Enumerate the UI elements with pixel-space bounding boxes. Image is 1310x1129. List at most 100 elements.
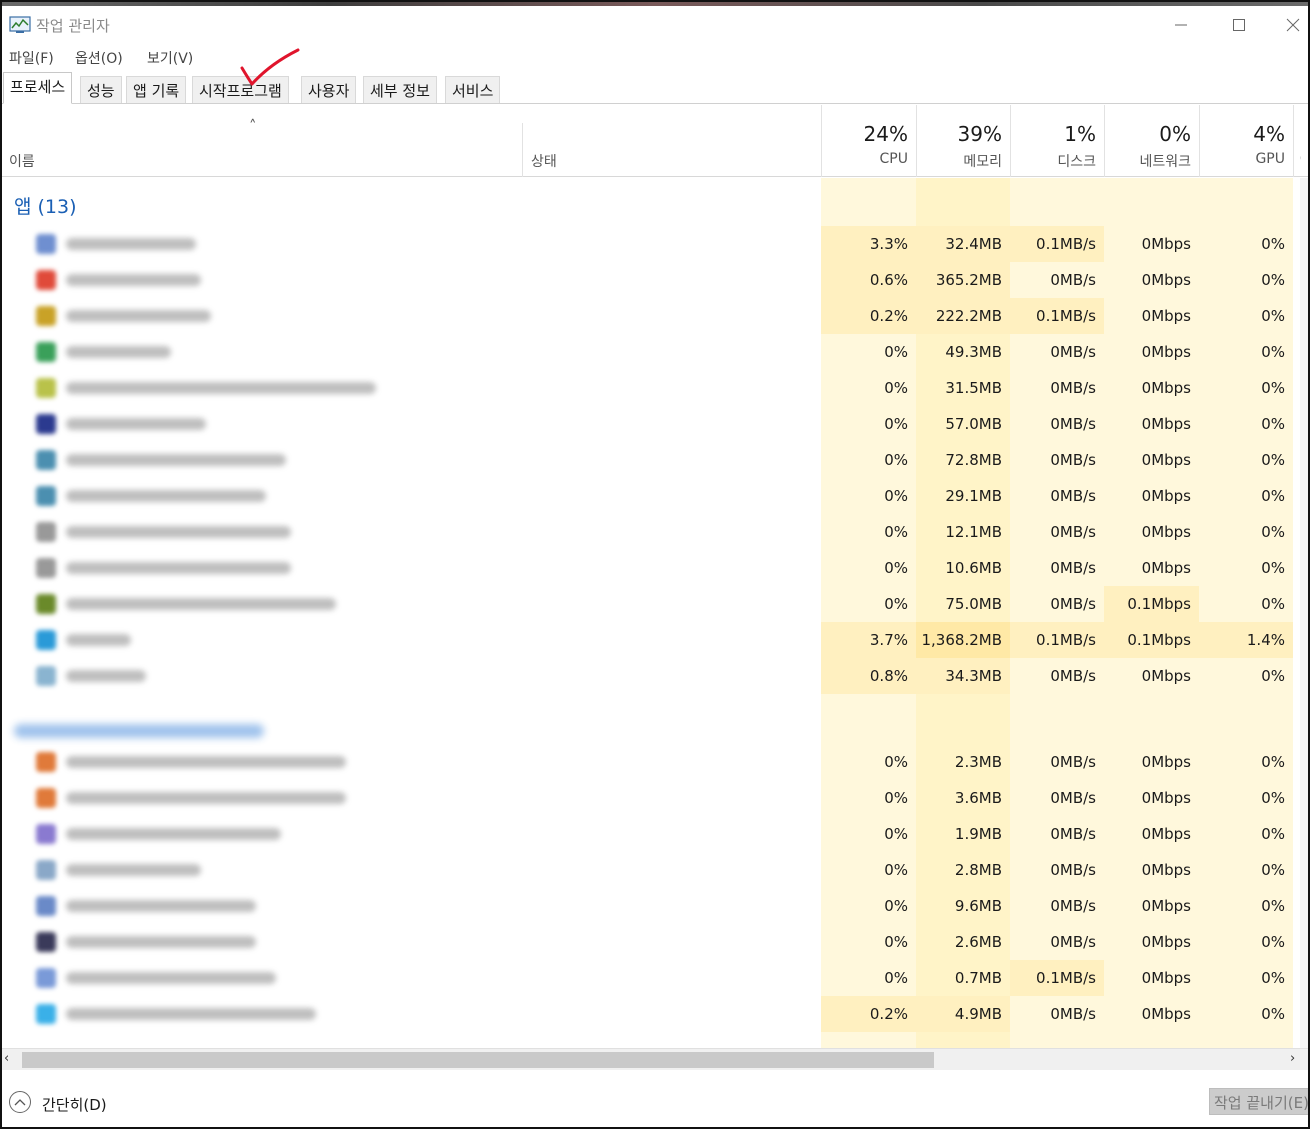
column-network[interactable]: 0% 네트워크 bbox=[1104, 105, 1199, 177]
end-task-button[interactable]: 작업 끝내기(E) bbox=[1209, 1088, 1308, 1115]
title-bar: 작업 관리자 bbox=[2, 6, 1308, 44]
app-icon bbox=[36, 522, 56, 542]
blurred-process-label bbox=[66, 454, 286, 466]
cpu-cell: 0% bbox=[884, 487, 908, 505]
app-row[interactable]: 0.2% 222.2MB 0.1MB/s 0Mbps 0% bbox=[2, 298, 1308, 334]
cpu-cell: 0.2% bbox=[821, 298, 916, 334]
background-process-row[interactable]: 0% 1.9MB 0MB/s 0Mbps 0% bbox=[2, 816, 1308, 852]
process-name-blurred bbox=[14, 932, 534, 952]
memory-cell: 3.6MB bbox=[954, 789, 1002, 807]
group-apps-title: 앱 (13) bbox=[14, 196, 77, 218]
blurred-process-label bbox=[66, 670, 146, 682]
process-name-blurred bbox=[14, 968, 534, 988]
tab-app-history[interactable]: 앱 기록 bbox=[126, 76, 187, 103]
app-row[interactable]: 0% 72.8MB 0MB/s 0Mbps 0% bbox=[2, 442, 1308, 478]
app-icon bbox=[36, 234, 56, 254]
gpu-cell: 0% bbox=[1261, 559, 1285, 577]
process-name-blurred bbox=[14, 558, 534, 578]
memory-cell: 32.4MB bbox=[916, 226, 1010, 262]
network-cell: 0Mbps bbox=[1141, 753, 1191, 771]
gpu-cell: 0% bbox=[1261, 825, 1285, 843]
network-total-percent: 0% bbox=[1159, 122, 1191, 146]
app-row[interactable]: 3.7%1,368.2MB0.1MB/s0.1Mbps1.4%( bbox=[2, 622, 1308, 658]
memory-cell: 4.9MB bbox=[916, 996, 1010, 1032]
app-row[interactable]: 0% 49.3MB 0MB/s 0Mbps 0% bbox=[2, 334, 1308, 370]
window-title: 작업 관리자 bbox=[36, 17, 110, 35]
horizontal-scroll-thumb[interactable] bbox=[22, 1052, 934, 1068]
memory-cell: 31.5MB bbox=[945, 379, 1002, 397]
menu-file[interactable]: 파일(F) bbox=[9, 48, 54, 68]
tab-performance[interactable]: 성능 bbox=[80, 76, 122, 103]
blurred-process-label bbox=[66, 418, 206, 430]
disk-label: 디스크 bbox=[1057, 154, 1096, 170]
app-row[interactable]: 0.6% 365.2MB 0MB/s 0Mbps 0% bbox=[2, 262, 1308, 298]
cpu-cell: 0% bbox=[884, 379, 908, 397]
column-status[interactable]: 상태 bbox=[522, 123, 822, 177]
menu-view[interactable]: 보기(V) bbox=[147, 48, 193, 68]
cpu-cell: 0.8% bbox=[821, 658, 916, 694]
app-row[interactable]: 0% 12.1MB 0MB/s 0Mbps 0% bbox=[2, 514, 1308, 550]
cpu-cell: 0% bbox=[884, 933, 908, 951]
gpu-cell: 0% bbox=[1261, 235, 1285, 253]
process-name-blurred bbox=[14, 752, 534, 772]
menu-options[interactable]: 옵션(O) bbox=[75, 48, 123, 68]
maximize-button[interactable] bbox=[1216, 10, 1262, 40]
process-name-blurred bbox=[14, 1004, 534, 1024]
task-manager-window: 작업 관리자 파일(F) 옵션(O) 보기(V) 프로세스 성능 앱 기록 시작… bbox=[0, 0, 1310, 1129]
tab-processes[interactable]: 프로세스 bbox=[3, 72, 73, 104]
fewer-details-link[interactable]: 간단히(D) bbox=[42, 1094, 107, 1115]
background-process-row[interactable]: 0% 2.3MB 0MB/s 0Mbps 0% bbox=[2, 744, 1308, 780]
process-name-blurred bbox=[14, 824, 534, 844]
background-process-row[interactable]: 0% 2.6MB 0MB/s 0Mbps 0% bbox=[2, 924, 1308, 960]
app-row[interactable]: 0% 10.6MB 0MB/s 0Mbps 0% bbox=[2, 550, 1308, 586]
process-name-blurred bbox=[14, 270, 534, 290]
column-gpu[interactable]: 4% GPU bbox=[1199, 105, 1293, 177]
memory-cell: 10.6MB bbox=[945, 559, 1002, 577]
app-row[interactable]: 0% 29.1MB 0MB/s 0Mbps 0% bbox=[2, 478, 1308, 514]
app-icon bbox=[36, 666, 56, 686]
minimize-button[interactable] bbox=[1158, 10, 1204, 40]
memory-cell: 1.9MB bbox=[954, 825, 1002, 843]
background-process-row[interactable]: 0% 0.7MB 0.1MB/s 0Mbps 0% bbox=[2, 960, 1308, 996]
column-name[interactable]: 이름 bbox=[9, 151, 35, 171]
cpu-cell: 0% bbox=[884, 753, 908, 771]
background-process-row[interactable]: 0% 9.6MB 0MB/s 0Mbps 0% bbox=[2, 888, 1308, 924]
group-apps[interactable]: 앱 (13) bbox=[2, 178, 822, 226]
app-icon bbox=[36, 486, 56, 506]
process-name-blurred bbox=[14, 234, 534, 254]
tab-details[interactable]: 세부 정보 bbox=[363, 76, 437, 103]
close-button[interactable] bbox=[1270, 10, 1308, 40]
app-row[interactable]: 0% 31.5MB 0MB/s 0Mbps 0% bbox=[2, 370, 1308, 406]
scroll-right-icon[interactable]: › bbox=[1290, 1051, 1304, 1069]
horizontal-scrollbar[interactable]: ‹ › bbox=[2, 1048, 1308, 1070]
gpu-cell: 0% bbox=[1261, 307, 1285, 325]
network-cell: 0Mbps bbox=[1141, 969, 1191, 987]
disk-cell: 0.1MB/s bbox=[1010, 622, 1104, 658]
memory-cell: 72.8MB bbox=[945, 451, 1002, 469]
app-row[interactable]: 0.8% 34.3MB 0MB/s 0Mbps 0% bbox=[2, 658, 1308, 694]
column-disk[interactable]: 1% 디스크 bbox=[1010, 105, 1104, 177]
chevron-up-icon[interactable] bbox=[9, 1091, 31, 1113]
background-process-row[interactable]: 0% 2.8MB 0MB/s 0Mbps 0% bbox=[2, 852, 1308, 888]
app-row[interactable]: 3.3% 32.4MB 0.1MB/s 0Mbps 0% bbox=[2, 226, 1308, 262]
background-process-row[interactable]: 0% 3.6MB 0MB/s 0Mbps 0% bbox=[2, 780, 1308, 816]
blurred-process-label bbox=[66, 238, 196, 250]
tab-users[interactable]: 사용자 bbox=[301, 76, 357, 103]
gpu-cell: 0% bbox=[1261, 271, 1285, 289]
memory-cell: 2.8MB bbox=[954, 861, 1002, 879]
column-cpu[interactable]: 24% CPU bbox=[821, 105, 916, 177]
tab-startup[interactable]: 시작프로그램 bbox=[192, 76, 289, 103]
scroll-left-icon[interactable]: ‹ bbox=[4, 1051, 18, 1069]
app-row[interactable]: 0% 57.0MB 0MB/s 0Mbps 0% bbox=[2, 406, 1308, 442]
disk-cell: 0MB/s bbox=[1050, 933, 1096, 951]
network-cell: 0Mbps bbox=[1141, 487, 1191, 505]
network-cell: 0Mbps bbox=[1141, 897, 1191, 915]
vertical-scrollbar[interactable] bbox=[1300, 178, 1308, 1048]
process-name-blurred bbox=[14, 860, 534, 880]
app-row[interactable]: 0% 75.0MB 0MB/s 0.1Mbps 0% bbox=[2, 586, 1308, 622]
background-process-row[interactable]: 0.2% 4.9MB 0MB/s 0Mbps 0% bbox=[2, 996, 1308, 1032]
column-memory[interactable]: 39% 메모리 bbox=[916, 105, 1010, 177]
memory-cell: 29.1MB bbox=[945, 487, 1002, 505]
column-gpu-engine[interactable]: G bbox=[1293, 105, 1301, 177]
tab-services[interactable]: 서비스 bbox=[445, 76, 501, 103]
